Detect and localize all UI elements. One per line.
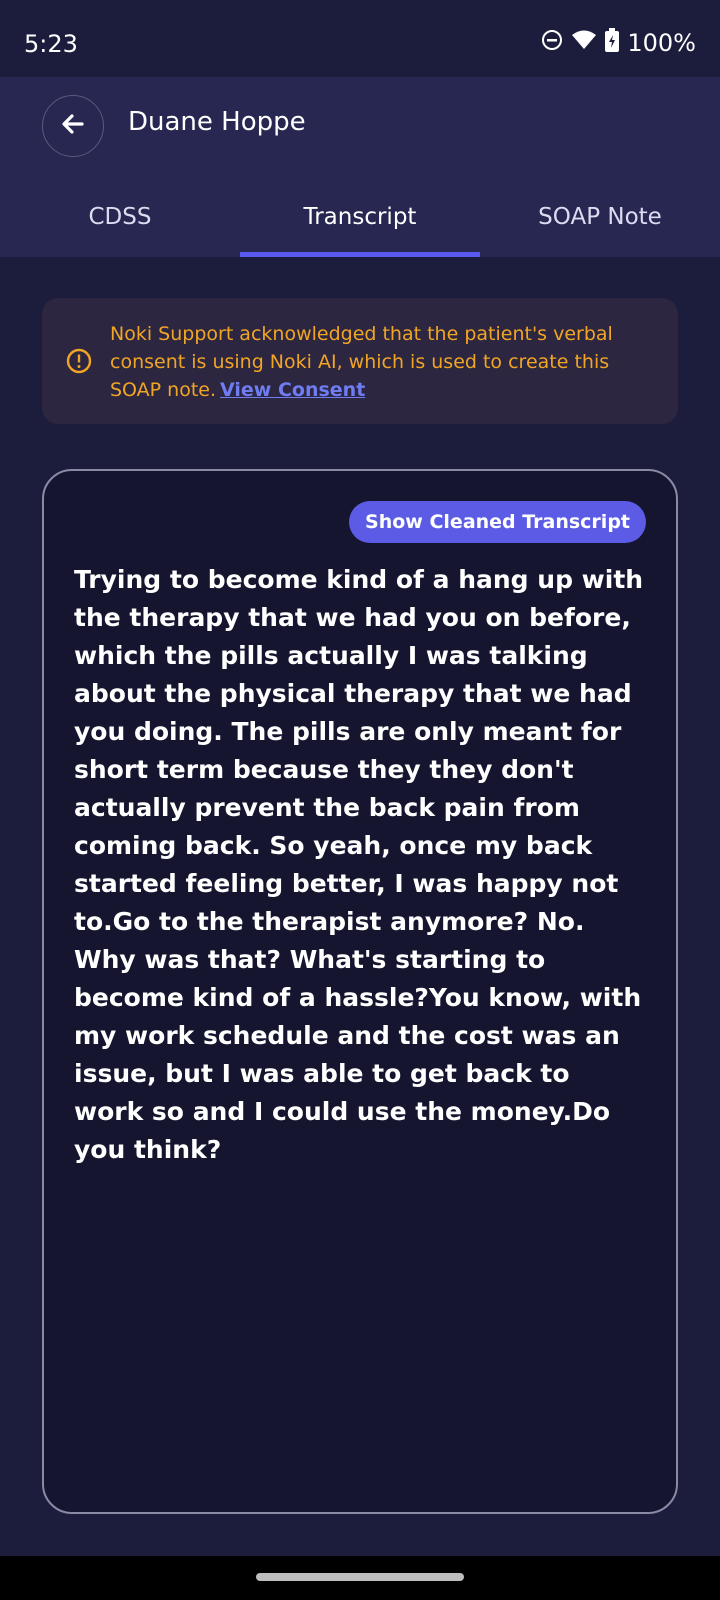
app-header: Duane Hoppe CDSS Transcript SOAP Note bbox=[0, 77, 720, 257]
consent-text: Noki Support acknowledged that the patie… bbox=[110, 320, 650, 404]
show-cleaned-transcript-button[interactable]: Show Cleaned Transcript bbox=[349, 501, 646, 543]
tab-bar: CDSS Transcript SOAP Note bbox=[0, 177, 720, 257]
battery-percent: 100% bbox=[627, 29, 696, 57]
system-nav-bar bbox=[0, 1556, 720, 1600]
home-indicator[interactable] bbox=[256, 1573, 464, 1581]
status-time: 5:23 bbox=[24, 30, 78, 58]
do-not-disturb-icon bbox=[541, 29, 563, 57]
patient-name: Duane Hoppe bbox=[128, 107, 306, 137]
consent-banner: Noki Support acknowledged that the patie… bbox=[42, 298, 678, 424]
view-consent-link[interactable]: View Consent bbox=[220, 379, 365, 401]
wifi-icon bbox=[571, 29, 597, 57]
back-button[interactable] bbox=[42, 95, 104, 157]
tab-soap-note[interactable]: SOAP Note bbox=[480, 177, 720, 257]
info-circle-icon bbox=[66, 348, 92, 378]
status-icons: 100% bbox=[541, 28, 696, 58]
status-bar: 5:23 100% bbox=[0, 0, 720, 77]
tab-cdss[interactable]: CDSS bbox=[0, 177, 240, 257]
transcript-text: Trying to become kind of a hang up with … bbox=[74, 565, 644, 1164]
transcript-card: Show Cleaned Transcript Trying to become… bbox=[42, 469, 678, 1514]
tab-transcript[interactable]: Transcript bbox=[240, 177, 480, 257]
battery-charging-icon bbox=[605, 28, 620, 58]
arrow-left-icon bbox=[60, 111, 86, 141]
